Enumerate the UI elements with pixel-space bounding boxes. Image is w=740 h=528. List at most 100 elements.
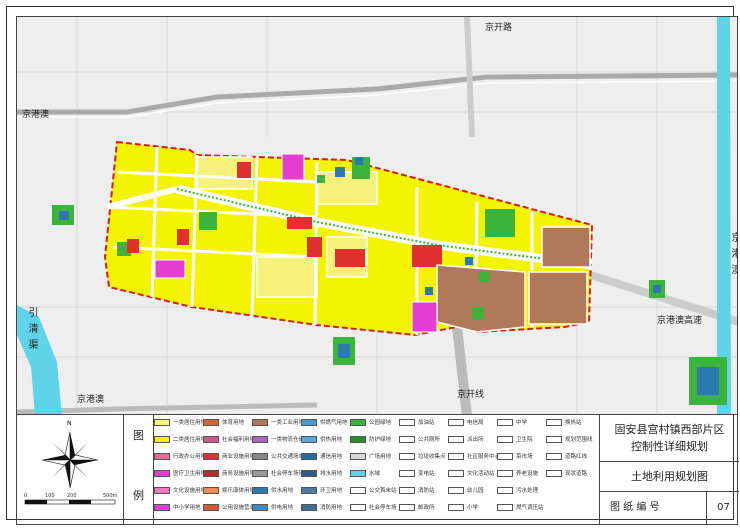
legend-swatch [350, 487, 366, 494]
legend-swatch [154, 504, 170, 511]
legend-swatch [252, 504, 268, 511]
legend-label: 文化活动站 [467, 471, 495, 477]
legend-grid: 一类居住用地 二类居住用地 行政办公用地 医疗卫生用地 文化设施用地 中小学用地 体育用地社… [154, 417, 599, 522]
legend-item: 污水处理 [497, 487, 538, 497]
legend-item: 一类居住用地 [154, 419, 206, 429]
legend-label: 幼儿园 [467, 488, 484, 494]
legend-item: 广场用地 [350, 453, 391, 463]
legend-label: 广场用地 [369, 454, 392, 460]
legend-swatch [203, 487, 219, 494]
legend-swatch [497, 453, 513, 460]
legend-label: 加油站 [418, 420, 435, 426]
legend-item: 文化设施用地 [154, 487, 206, 497]
legend-label: 供燃气用地 [320, 420, 348, 426]
legend-label: 换热站 [565, 420, 582, 426]
east-road-vertical-label: 京港澳 [729, 232, 738, 280]
legend-item: 一类工业用地 [252, 419, 304, 429]
legend-swatch [154, 419, 170, 426]
legend-swatch [350, 436, 366, 443]
legend-swatch [497, 470, 513, 477]
legend-item: 供电用地 [252, 504, 293, 514]
legend-swatch [399, 504, 415, 511]
drawing-name: 土地利用规划图 [600, 462, 739, 492]
legend-swatch [350, 504, 366, 511]
legend-label: 规划范围线 [565, 437, 593, 443]
legend-label: 医疗卫生用地 [173, 471, 207, 477]
legend-swatch [448, 453, 464, 460]
legend-swatch [497, 419, 513, 426]
legend-item: 供水用地 [252, 487, 293, 497]
legend-swatch [203, 504, 219, 511]
legend-item: 卫生院 [497, 436, 533, 446]
legend-item: 换热站 [546, 419, 582, 429]
road-label-left-bottom: 京港澳 [77, 395, 105, 405]
legend-item: 现状道路 [546, 470, 587, 480]
legend-label: 一类工业用地 [271, 420, 305, 426]
legend-swatch [301, 453, 317, 460]
legend-swatch [252, 487, 268, 494]
drawing-number: 07 [706, 492, 740, 524]
legend-label: 邮政所 [418, 505, 435, 511]
drawing-number-row: 图 纸 编 号 07 [600, 492, 739, 524]
legend-item: 医疗卫生用地 [154, 470, 206, 480]
legend-swatch [301, 504, 317, 511]
legend-swatch [497, 487, 513, 494]
land-use-map [17, 17, 737, 414]
legend-swatch [448, 487, 464, 494]
legend-swatch [546, 419, 562, 426]
legend-label: 社会停车场 [369, 505, 397, 511]
legend-item: 小学 [448, 504, 478, 514]
legend-swatch [301, 470, 317, 477]
legend-label: 公共厕所 [418, 437, 441, 443]
project-title: 固安县宫村镇西部片区 控制性详细规划 [600, 415, 739, 462]
legend-swatch [203, 453, 219, 460]
legend-swatch [154, 487, 170, 494]
legend-item: 环卫用地 [301, 487, 342, 497]
legend-item: 文化活动站 [448, 470, 495, 480]
legend-item: 体育用地 [203, 419, 244, 429]
legend-label: 环卫用地 [320, 488, 343, 494]
legend-label: 电信局 [467, 420, 484, 426]
legend-label: 燃气调压站 [516, 505, 544, 511]
legend-label: 消防站 [418, 488, 435, 494]
legend-item: 社会停车场 [350, 504, 397, 514]
legend-label: 供水用地 [271, 488, 294, 494]
legend-label: 养老设施 [516, 471, 539, 477]
legend-item: 幼儿园 [448, 487, 484, 497]
legend-label: 菜市场 [516, 454, 533, 460]
legend-item: 供热用地 [301, 436, 342, 446]
title-legend-strip: N 0 100 200 500m 图 例 一类居住用地 二类居住用地 行政办公用… [16, 415, 739, 525]
legend-label: 小学 [467, 505, 479, 511]
legend-label: 二类居住用地 [173, 437, 207, 443]
legend-label: 中学 [516, 420, 528, 426]
legend-label: 卫生院 [516, 437, 533, 443]
legend-item: 道路红线 [546, 453, 587, 463]
legend-item: 中学 [497, 419, 527, 429]
legend-swatch [203, 419, 219, 426]
legend-swatch [252, 436, 268, 443]
legend-item: 二类居住用地 [154, 436, 206, 446]
legend-label: 一类物流仓储 [271, 437, 305, 443]
legend-label: 娱乐康体用地 [222, 488, 256, 494]
legend-item: 菜市场 [497, 453, 533, 463]
legend-swatch [154, 470, 170, 477]
legend-item: 供燃气用地 [301, 419, 348, 429]
legend-swatch [546, 453, 562, 460]
legend-item: 燃气调压站 [497, 504, 544, 514]
legend-label: 变电站 [418, 471, 435, 477]
legend-label: 防护绿地 [369, 437, 392, 443]
legend-item: 社会福利用地 [203, 436, 255, 446]
legend-swatch [399, 470, 415, 477]
legend-label: 污水处理 [516, 488, 539, 494]
legend-label: 商务设施用地 [222, 471, 256, 477]
legend-swatch [350, 470, 366, 477]
legend-item: 派出所 [448, 436, 484, 446]
legend-label: 体育用地 [222, 420, 245, 426]
legend-item: 公交首末站 [350, 487, 397, 497]
legend-label: 行政办公用地 [173, 454, 207, 460]
legend-item: 商业设施用地 [203, 453, 255, 463]
legend-item: 商务设施用地 [203, 470, 255, 480]
legend-item: 垃圾收集点 [399, 453, 446, 463]
legend-item: 一类物流仓储 [252, 436, 304, 446]
legend-label: 公园绿地 [369, 420, 392, 426]
